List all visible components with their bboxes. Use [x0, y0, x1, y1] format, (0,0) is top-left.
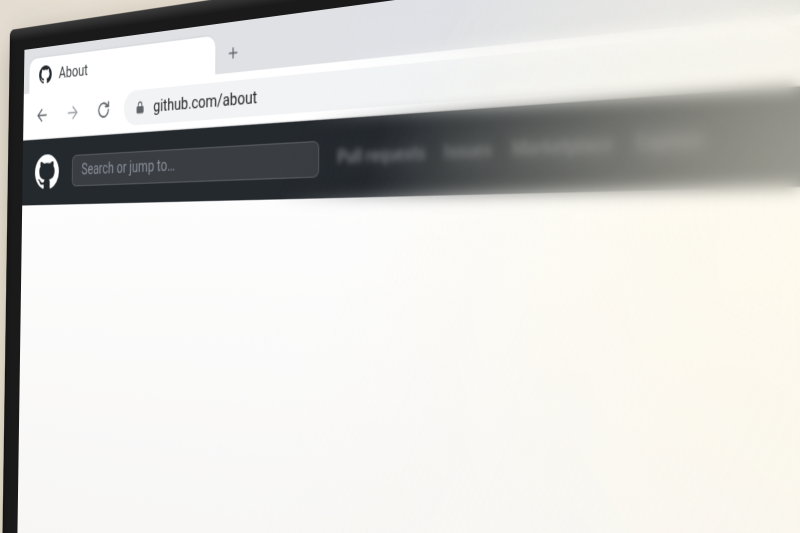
tab-title: About	[59, 60, 88, 82]
page-content	[16, 167, 800, 533]
github-search-input[interactable]: Search or jump to…	[72, 141, 320, 187]
github-logo-icon[interactable]	[35, 154, 59, 190]
new-tab-button[interactable]	[220, 35, 245, 70]
lock-icon	[135, 99, 146, 115]
github-nav-item[interactable]: Marketplace	[512, 134, 614, 161]
plus-icon	[226, 43, 241, 63]
github-search-placeholder: Search or jump to…	[81, 157, 175, 179]
address-bar-text: github.com/about	[153, 86, 257, 116]
github-nav-item[interactable]: Pull requests	[337, 144, 425, 168]
arrow-left-icon	[35, 105, 49, 126]
github-nav: Pull requests Issues Marketplace Explore	[337, 129, 704, 168]
monitor: About github.com/about	[0, 0, 800, 533]
github-nav-item[interactable]: Explore	[636, 129, 704, 156]
reload-button[interactable]	[92, 93, 115, 127]
screen: About github.com/about	[16, 0, 800, 533]
